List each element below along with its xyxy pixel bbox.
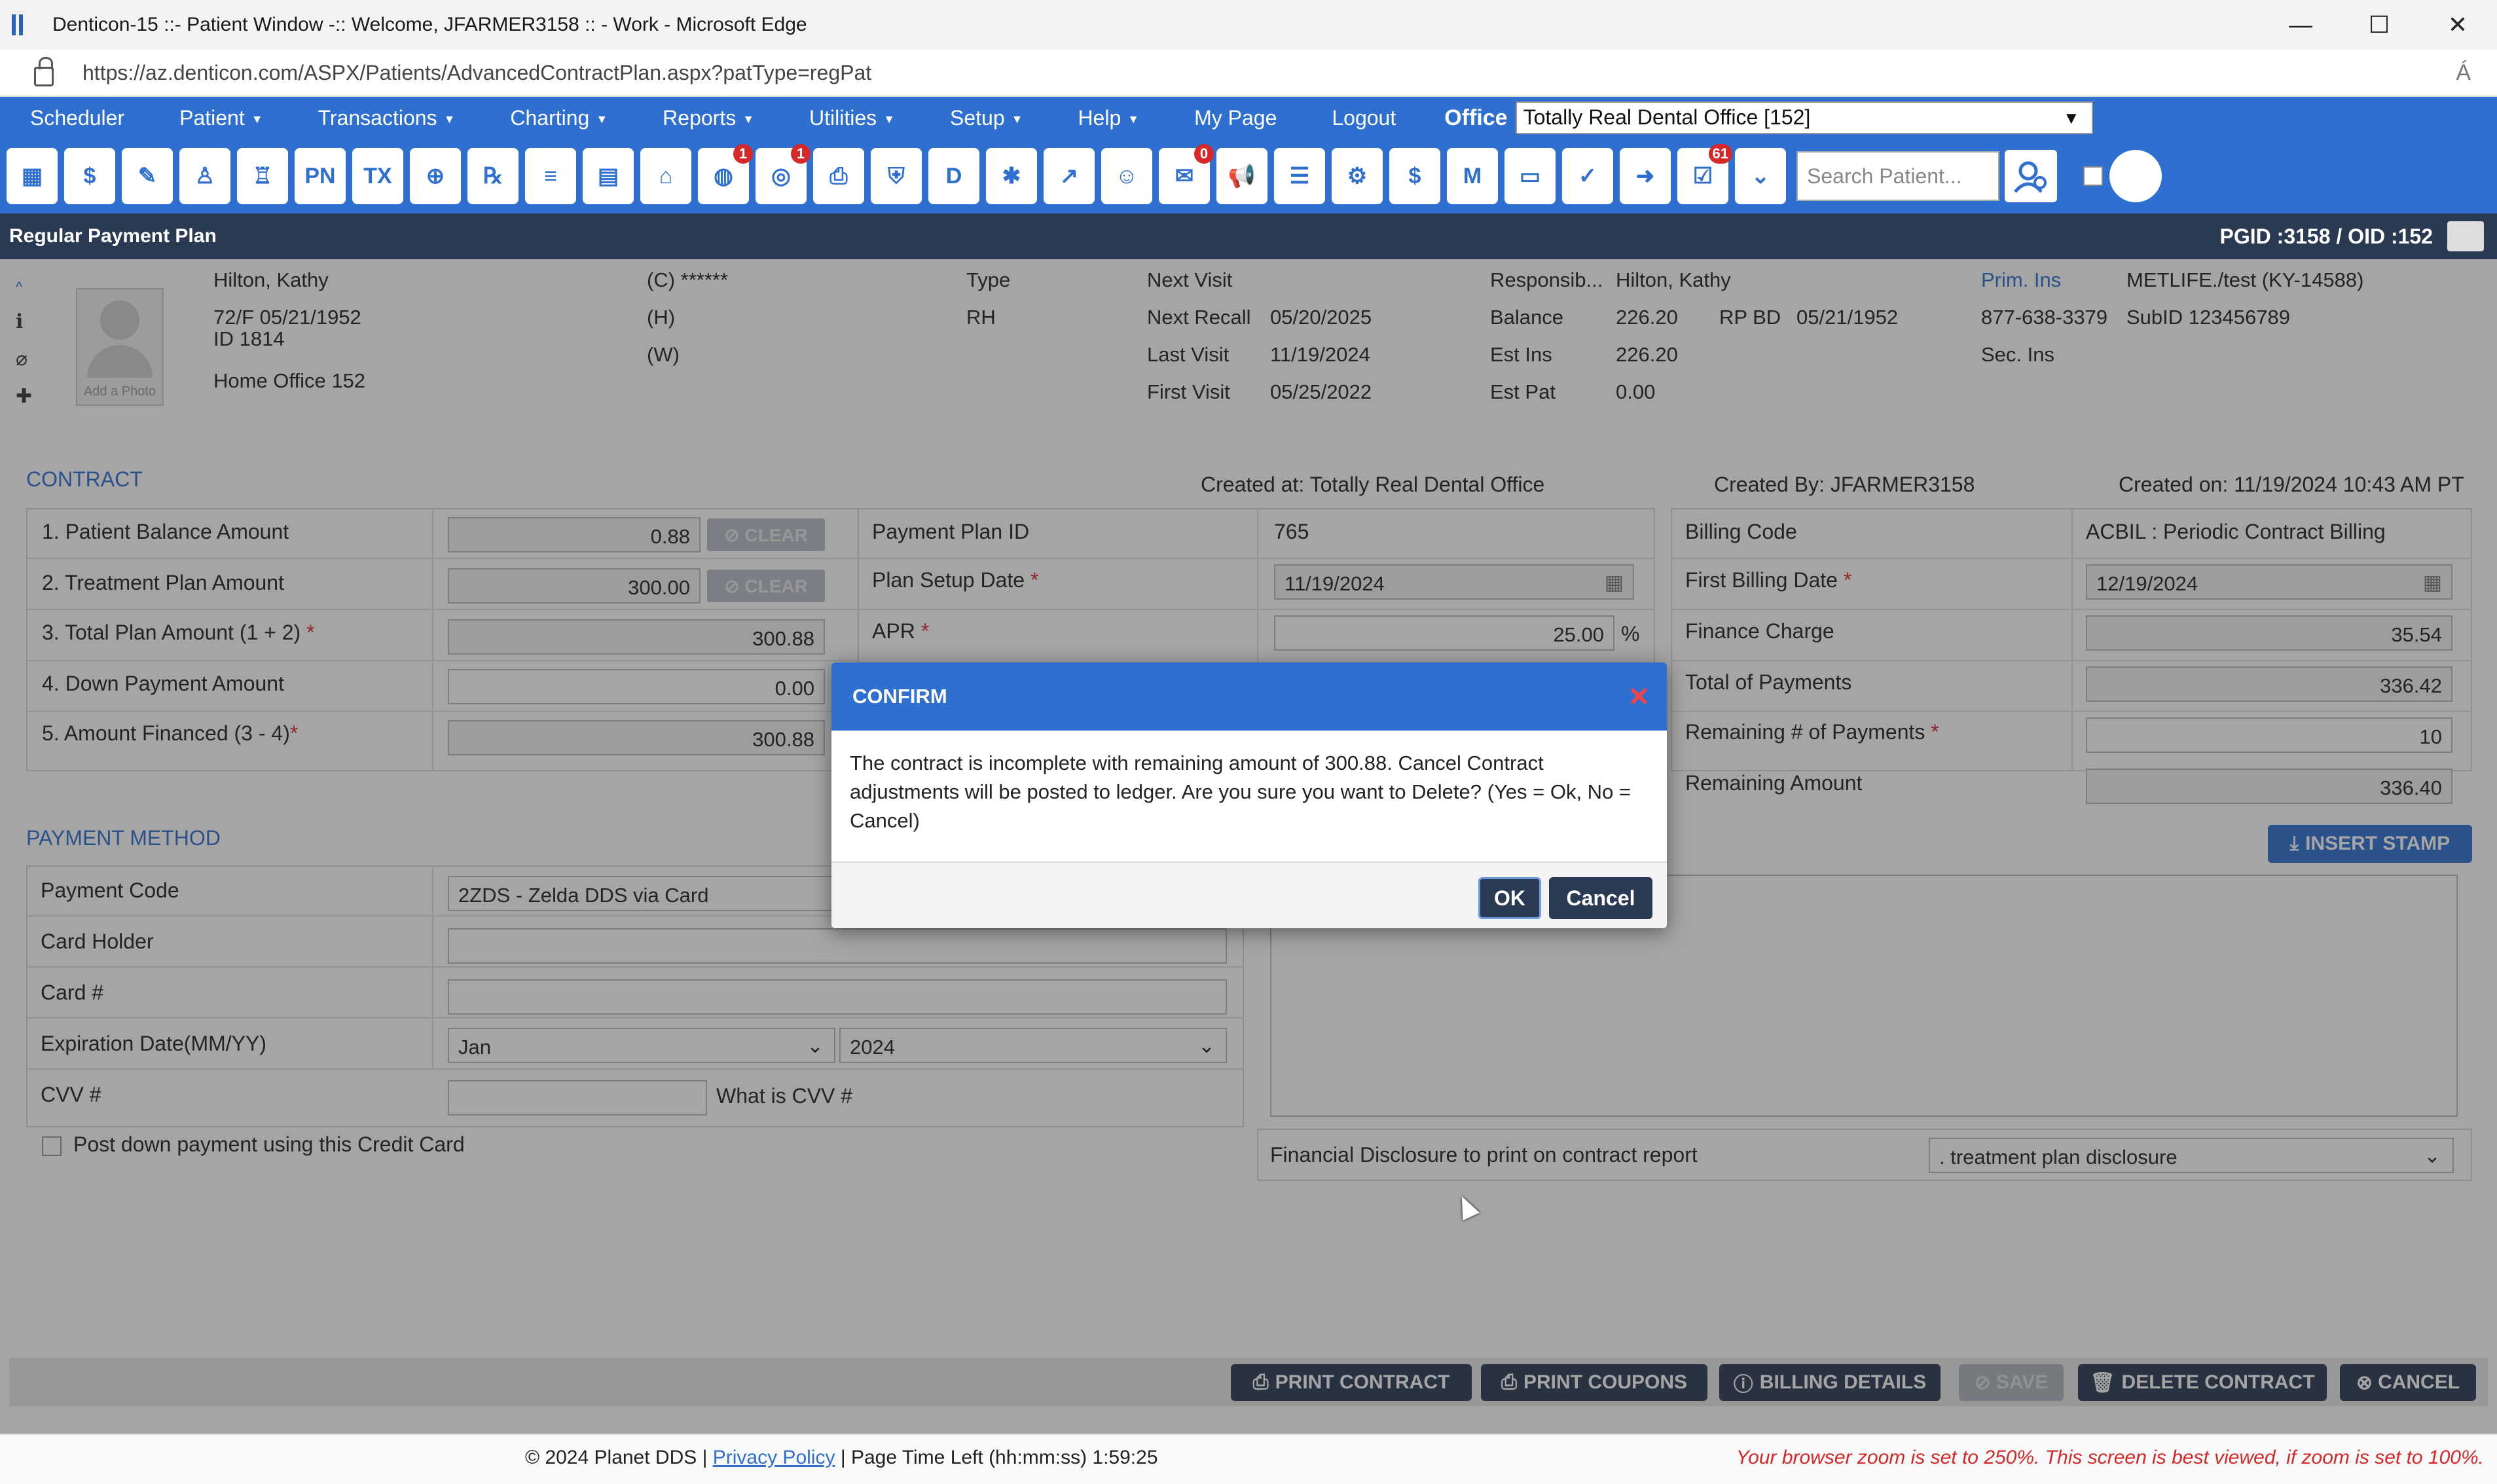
message-icon[interactable]: ✉ 0 — [1159, 144, 1214, 204]
notification-badge: 61 — [1708, 144, 1732, 164]
maximize-button[interactable]: ☐ — [2340, 0, 2418, 50]
zoom-warning: Your browser zoom is set to 250%. This s… — [1736, 1447, 2484, 1468]
web-icon[interactable]: ◍ 1 — [698, 144, 753, 204]
toolbar-checkbox[interactable] — [2083, 166, 2103, 186]
nav-transactions[interactable]: Transactions ▼ — [318, 106, 481, 130]
id-card-icon[interactable]: ▭ — [1504, 148, 1556, 204]
tasks-icon[interactable]: ☑ 61 — [1677, 144, 1732, 204]
dollar-icon[interactable]: $ — [64, 148, 115, 204]
url-text[interactable]: https://az.denticon.com/ASPX/Patients/Ad… — [82, 61, 871, 85]
page-ids: PGID :3158 / OID :152 — [2219, 224, 2433, 248]
page-title: Regular Payment Plan — [9, 225, 217, 247]
ledger-icon[interactable]: D — [928, 148, 979, 204]
pn-icon[interactable]: PN — [295, 148, 346, 204]
claims-icon[interactable]: ☰ — [1274, 148, 1325, 204]
caret-down-icon: ▼ — [443, 112, 456, 126]
caret-down-icon: ▼ — [1127, 112, 1140, 126]
recall-icon[interactable]: ◎ 1 — [756, 144, 811, 204]
group-users-icon[interactable] — [2109, 150, 2162, 202]
dialog-header: CONFIRM ✕ — [831, 662, 1667, 731]
nav-charting[interactable]: Charting ▼ — [510, 106, 632, 130]
caret-down-icon: ▼ — [742, 112, 755, 126]
confirm-dialog: CONFIRM ✕ The contract is incomplete wit… — [831, 662, 1667, 928]
chart-icon[interactable]: ↗ — [1044, 148, 1095, 204]
check-shield-icon[interactable]: ✓ — [1562, 148, 1613, 204]
user-circle-icon[interactable]: ☺ — [1101, 148, 1152, 204]
dialog-title: CONFIRM — [852, 685, 947, 708]
page-header: Regular Payment Plan PGID :3158 / OID :1… — [0, 213, 2497, 259]
tx-icon[interactable]: TX — [352, 148, 403, 204]
privacy-policy-link[interactable]: Privacy Policy — [713, 1447, 835, 1468]
search-patient-button[interactable] — [2005, 150, 2057, 202]
ok-button[interactable]: OK — [1478, 877, 1541, 919]
nav-utilities[interactable]: Utilities ▼ — [809, 106, 920, 130]
nav-scheduler[interactable]: Scheduler — [30, 106, 149, 130]
user-search-icon — [2014, 161, 2047, 193]
add-patient-icon[interactable]: ⊕ — [410, 148, 461, 204]
insurance-icon[interactable]: ⛨ — [871, 148, 922, 204]
close-icon[interactable]: ✕ — [1628, 682, 1650, 712]
tooth-chart-icon[interactable]: ♖ — [237, 148, 288, 204]
megaphone-icon[interactable]: 📢 — [1216, 148, 1267, 204]
address-bar[interactable]: https://az.denticon.com/ASPX/Patients/Ad… — [0, 50, 2497, 97]
chevron-down-icon: ▼ — [2062, 108, 2080, 128]
nav-help[interactable]: Help ▼ — [1078, 106, 1164, 130]
nav-reports[interactable]: Reports ▼ — [663, 106, 779, 130]
rx-icon[interactable]: ℞ — [467, 148, 519, 204]
status-bar: © 2024 Planet DDS | Privacy Policy | Pag… — [0, 1434, 2497, 1484]
caret-down-icon: ▼ — [883, 112, 895, 126]
mail-icon[interactable]: M — [1447, 148, 1498, 204]
notification-badge: 1 — [791, 144, 811, 164]
dialog-message: The contract is incomplete with remainin… — [850, 751, 1631, 832]
read-aloud-icon[interactable]: Á — [2456, 60, 2471, 86]
caret-down-icon: ▼ — [251, 112, 263, 126]
page-time-left: Page Time Left (hh:mm:ss) 1:59:25 — [850, 1447, 1158, 1468]
edit-icon[interactable]: ✎ — [122, 148, 173, 204]
caret-down-icon: ▼ — [1011, 112, 1023, 126]
notification-badge: 0 — [1194, 144, 1214, 164]
nav-logout[interactable]: Logout — [1332, 106, 1421, 130]
notes-icon[interactable]: ≡ — [525, 148, 576, 204]
window-title: Denticon-15 ::- Patient Window -:: Welco… — [52, 14, 807, 35]
nav-setup[interactable]: Setup ▼ — [950, 106, 1048, 130]
caret-down-icon: ▼ — [596, 112, 608, 126]
arrow-shield-icon[interactable]: ➜ — [1620, 148, 1671, 204]
double-chevron-icon[interactable]: ⌄ — [1735, 148, 1786, 204]
tooth-icon[interactable]: ♙ — [179, 148, 230, 204]
nav-my-page[interactable]: My Page — [1194, 106, 1302, 130]
calendar-icon[interactable]: ▦ — [7, 148, 58, 204]
office-label: Office — [1444, 105, 1508, 130]
print-icon[interactable]: ⎙ — [813, 148, 864, 204]
lock-icon[interactable] — [34, 57, 54, 86]
close-window-button[interactable]: ✕ — [2418, 0, 2497, 50]
home-icon[interactable]: ⌂ — [640, 148, 691, 204]
dialog-footer: OK Cancel — [831, 861, 1667, 928]
toolbar: ▦ $ ✎ ♙ ♖ PN TX ⊕ ℞ ≡ ▤ ⌂ ◍ 1 ◎ 1 ⎙ ⛨ D ✱ ↗ ☺ ✉ 0 📢 ☰ ⚙ $ M ▭ ✓ ➜ ☑ 61 ⌄ Se… — [0, 139, 2497, 213]
settings-ledger-icon[interactable]: ⚙ — [1332, 148, 1383, 204]
shield-dollar-icon[interactable]: $ — [1389, 148, 1440, 204]
search-patient-input[interactable]: Search Patient... — [1796, 151, 1999, 201]
minimize-button[interactable]: — — [2261, 0, 2340, 50]
printer-icon[interactable] — [2447, 221, 2484, 251]
network-icon[interactable]: ✱ — [986, 148, 1037, 204]
app-logo-icon — [12, 12, 38, 38]
main-nav: Scheduler Patient ▼ Transactions ▼ Chartin… — [0, 97, 2497, 139]
notification-badge: 1 — [733, 144, 753, 164]
nav-patient[interactable]: Patient ▼ — [179, 106, 287, 130]
document-icon[interactable]: ▤ — [583, 148, 634, 204]
browser-titlebar: Denticon-15 ::- Patient Window -:: Welco… — [0, 0, 2497, 50]
copyright: © 2024 Planet DDS | Privacy Policy | Pag… — [525, 1447, 1158, 1468]
cancel-button[interactable]: Cancel — [1549, 877, 1652, 919]
office-select[interactable]: Totally Real Dental Office [152] ▼ — [1515, 101, 2093, 134]
